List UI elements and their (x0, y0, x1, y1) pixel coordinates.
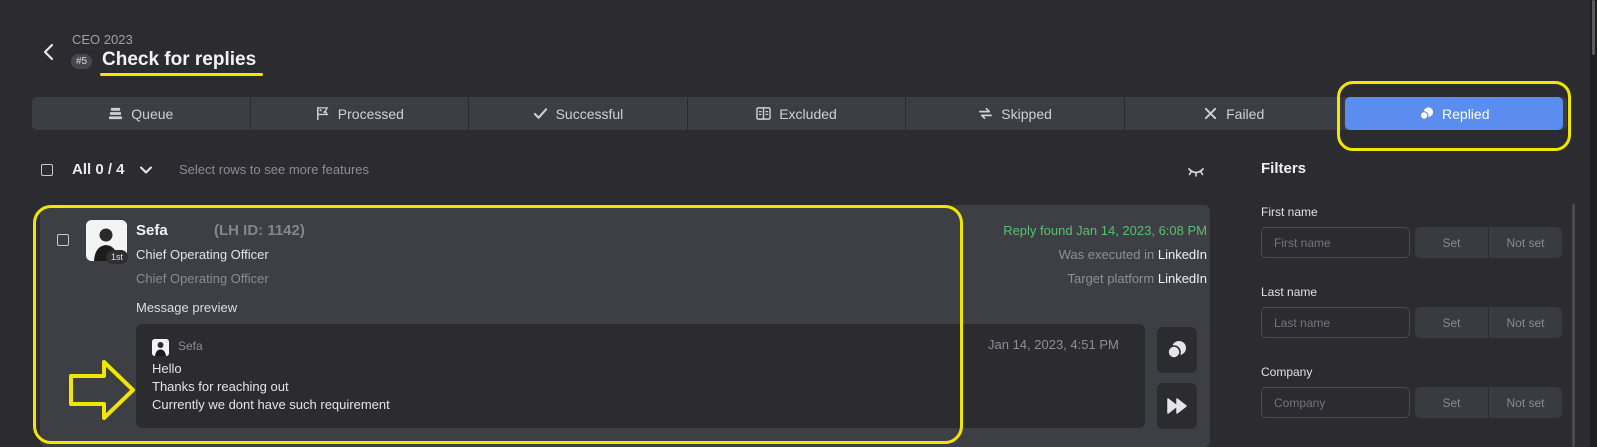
tab-label: Failed (1226, 105, 1265, 122)
tab-queue[interactable]: Queue (32, 97, 251, 130)
not-set-option[interactable]: Not set (1488, 227, 1562, 258)
tab-failed[interactable]: Failed (1125, 97, 1344, 130)
excluded-icon (756, 107, 771, 120)
chat-bubbles-icon (1167, 341, 1186, 359)
lead-card-annotation (33, 205, 963, 444)
target-platform: Target platform LinkedIn (1068, 271, 1207, 286)
skip-forward-button[interactable] (1157, 383, 1197, 429)
set-option[interactable]: Set (1415, 227, 1488, 258)
target-platform-label: Target platform (1067, 271, 1155, 286)
filters-title: Filters (1261, 160, 1307, 177)
replied-tab-annotation (1337, 81, 1571, 151)
set-option[interactable]: Set (1415, 307, 1488, 338)
title-annotation-underline (100, 73, 263, 76)
tab-skipped[interactable]: Skipped (906, 97, 1125, 130)
tab-excluded[interactable]: Excluded (688, 97, 907, 130)
back-arrow-icon[interactable] (38, 40, 60, 64)
first-name-filter-label: First name (1261, 205, 1318, 219)
set-option[interactable]: Set (1415, 387, 1488, 418)
tab-label: Successful (555, 105, 624, 122)
last-name-filter-input[interactable] (1261, 307, 1410, 338)
flag-icon (316, 106, 329, 121)
reply-button[interactable] (1157, 327, 1197, 373)
first-name-filter-input[interactable] (1261, 227, 1410, 258)
selection-count[interactable]: All 0 / 4 (72, 161, 125, 178)
tab-successful[interactable]: Successful (469, 97, 688, 130)
filters-scrollbar[interactable] (1572, 204, 1575, 447)
tab-label: Excluded (779, 105, 837, 122)
last-name-filter-label: Last name (1261, 285, 1318, 299)
executed-in: Was executed in LinkedIn (1059, 247, 1207, 262)
campaign-name: CEO 2023 (72, 32, 133, 47)
last-name-set-toggle: Set Not set (1415, 307, 1562, 338)
window-scrollbar-thumb[interactable] (1592, 0, 1595, 55)
x-icon (1204, 107, 1217, 120)
step-number-badge: #5 (71, 54, 93, 69)
reply-found-status: Reply found Jan 14, 2023, 6:08 PM (1003, 223, 1207, 238)
target-platform-value: LinkedIn (1157, 271, 1207, 286)
page-title: Check for replies (102, 49, 257, 70)
stack-icon (109, 107, 123, 120)
campaign-step-page: CEO 2023 #5 Check for replies Queue Proc… (0, 0, 1597, 447)
check-icon (533, 108, 547, 119)
window-scrollbar-track[interactable] (1590, 0, 1597, 447)
message-timestamp: Jan 14, 2023, 4:51 PM (988, 337, 1119, 352)
not-set-option[interactable]: Not set (1488, 307, 1562, 338)
chevron-down-icon[interactable] (139, 163, 153, 177)
tab-label: Queue (131, 105, 174, 122)
executed-platform: LinkedIn (1157, 247, 1207, 262)
company-set-toggle: Set Not set (1415, 387, 1562, 418)
tab-label: Skipped (1001, 105, 1052, 122)
skip-arrows-icon (979, 107, 993, 120)
not-set-option[interactable]: Not set (1488, 387, 1562, 418)
fast-forward-icon (1167, 398, 1187, 414)
tab-processed[interactable]: Processed (251, 97, 470, 130)
select-rows-hint: Select rows to see more features (179, 162, 370, 177)
eye-closed-icon[interactable] (1187, 164, 1205, 178)
company-filter-input[interactable] (1261, 387, 1410, 418)
tab-label: Processed (337, 105, 404, 122)
arrow-right-annotation-icon (69, 360, 135, 420)
executed-label: Was executed in (1058, 247, 1155, 262)
company-filter-label: Company (1261, 365, 1313, 379)
first-name-set-toggle: Set Not set (1415, 227, 1562, 258)
select-all-checkbox[interactable] (41, 164, 53, 176)
